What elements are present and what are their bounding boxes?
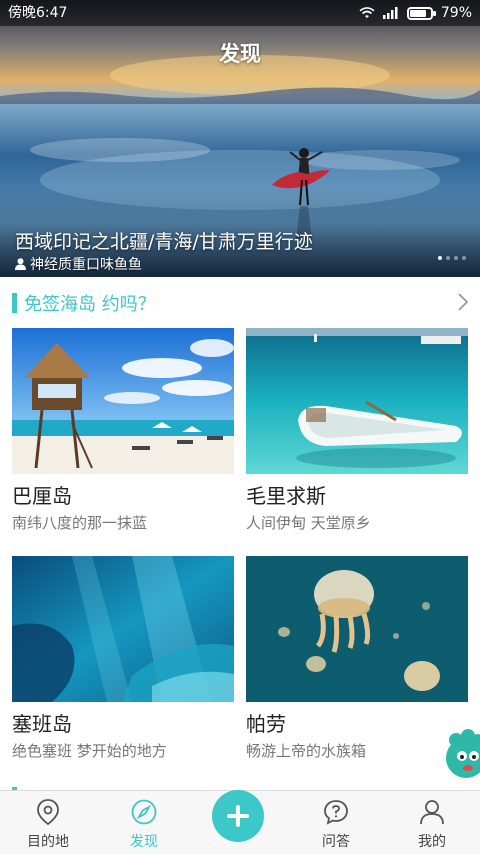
destination-card-palau[interactable]: 帕劳 畅游上帝的水族箱: [246, 556, 468, 761]
card-photo: [12, 328, 234, 474]
tab-destination[interactable]: 目的地: [0, 791, 96, 854]
status-bar: 傍晚6:47 79%: [0, 0, 480, 26]
user-icon: [420, 800, 444, 825]
battery-percent: 79%: [440, 5, 472, 21]
card-name: 巴厘岛: [12, 484, 72, 508]
status-time: 傍晚6:47: [8, 5, 68, 21]
tab-label: 问答: [322, 834, 350, 850]
tab-label: 我的: [418, 834, 446, 850]
tab-me[interactable]: 我的: [384, 791, 480, 854]
chevron-right-icon[interactable]: [458, 293, 468, 311]
map-pin-icon: [37, 799, 59, 826]
carousel-dot: [446, 256, 450, 260]
compass-icon: [131, 799, 157, 825]
section-title: 免签海岛 约吗？: [24, 294, 156, 315]
hero-caption[interactable]: 西域印记之北疆/青海/甘肃万里行迹: [15, 227, 313, 254]
section-accent-bar: [12, 293, 17, 313]
card-desc: 南纬八度的那一抹蓝: [12, 514, 148, 532]
tab-qa[interactable]: 问答: [288, 791, 384, 854]
add-post-button[interactable]: [212, 790, 264, 842]
user-icon: [15, 258, 26, 270]
signal-icon: [382, 7, 398, 19]
destination-card-mauritius[interactable]: 毛里求斯 人间伊甸 天堂原乡: [246, 328, 468, 533]
page-title: 发现: [219, 42, 261, 66]
card-name: 塞班岛: [12, 712, 72, 736]
hero-author-name: 神经质重口味鱼鱼: [30, 257, 142, 273]
tab-label: 发现: [130, 834, 158, 850]
card-photo: [12, 556, 234, 702]
destination-card-saipan[interactable]: 塞班岛 绝色塞班 梦开始的地方: [12, 556, 234, 761]
tab-discover[interactable]: 发现: [96, 791, 192, 854]
tab-label: 目的地: [27, 834, 69, 850]
status-icons: 79%: [359, 0, 472, 26]
bottom-tab-bar: 目的地 发现 问答 我的: [0, 790, 480, 854]
hero-author[interactable]: 神经质重口味鱼鱼: [15, 254, 142, 274]
card-desc: 绝色塞班 梦开始的地方: [12, 742, 167, 760]
carousel-dot: [454, 256, 458, 260]
wifi-icon: [359, 7, 375, 18]
carousel-indicator: [438, 256, 466, 260]
battery-icon: [406, 6, 436, 20]
mascot-icon[interactable]: [444, 728, 480, 780]
card-photo: [246, 328, 468, 474]
card-desc: 人间伊甸 天堂原乡: [246, 514, 371, 532]
question-bubble-icon: [324, 800, 348, 825]
carousel-dot: [438, 256, 442, 260]
card-desc: 畅游上帝的水族箱: [246, 742, 367, 760]
section-header[interactable]: 免签海岛 约吗？: [0, 284, 480, 322]
carousel-dot: [462, 256, 466, 260]
card-photo: [246, 556, 468, 702]
card-name: 毛里求斯: [246, 484, 326, 508]
hero-banner[interactable]: 傍晚6:47 79% 发现 西域印记之北疆/青海/甘肃万里行迹 神经质重口味鱼鱼: [0, 0, 480, 277]
card-name: 帕劳: [246, 712, 286, 736]
destination-card-bali[interactable]: 巴厘岛 南纬八度的那一抹蓝: [12, 328, 234, 533]
